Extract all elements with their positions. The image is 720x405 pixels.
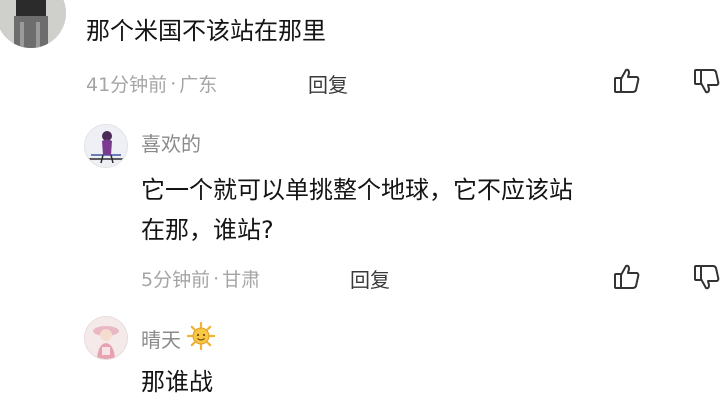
comment-1-separator: · <box>170 72 177 95</box>
comment-2-username[interactable]: 喜欢的 <box>141 128 201 157</box>
comment-1-meta: 41分钟前 · 广东 <box>86 70 217 97</box>
thumbs-down-icon[interactable] <box>692 262 720 292</box>
thumbs-up-icon[interactable] <box>612 262 642 292</box>
comment-2-time: 5分钟前 <box>141 269 211 291</box>
comment-1-location: 广东 <box>179 74 218 96</box>
thumbs-up-icon[interactable] <box>612 66 642 96</box>
comment-2-text-line-1: 它一个就可以单挑整个地球，它不应该站 <box>141 176 573 204</box>
thumbs-down-icon[interactable] <box>692 66 720 96</box>
comment-2-avatar[interactable] <box>84 124 128 168</box>
comment-2-reply-button[interactable]: 回复 <box>350 264 390 293</box>
comment-2-text-line-2: 在那，谁站? <box>141 216 274 244</box>
comment-2-location: 甘肃 <box>222 269 261 291</box>
comment-3-username-text: 晴天 <box>141 328 181 352</box>
comment-1-text: 那个米国不该站在那里 <box>86 17 326 45</box>
comment-1-time: 41分钟前 <box>86 74 168 96</box>
comment-1-reply-button[interactable]: 回复 <box>308 69 348 98</box>
comment-2-separator: · <box>213 267 220 290</box>
comment-1-avatar[interactable] <box>0 0 66 48</box>
comment-3-username[interactable]: 晴天 <box>141 321 216 355</box>
comment-3-avatar[interactable] <box>84 316 128 360</box>
comment-2-meta: 5分钟前 · 甘肃 <box>141 265 260 292</box>
comment-3-text: 那谁战 <box>141 368 213 396</box>
sun-emoji-icon <box>186 321 216 355</box>
